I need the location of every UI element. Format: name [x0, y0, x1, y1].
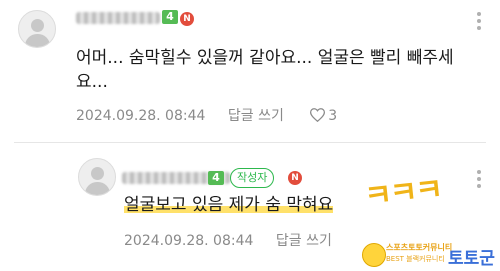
avatar-head-shape: [91, 167, 104, 180]
avatar[interactable]: [78, 158, 116, 196]
more-options-icon[interactable]: [476, 170, 482, 190]
comment-text: 어머... 숨막힐수 있을꺼 같아요... 얼굴은 빨리 빼주세요...: [76, 48, 454, 92]
comment-divider: [14, 142, 486, 143]
highlighted-text: 얼굴보고 있음 제가 숨 막혀요: [124, 195, 334, 215]
avatar-body-shape: [85, 182, 110, 195]
reply-button[interactable]: 답글 쓰기: [276, 233, 332, 249]
handwritten-laugh: ㅋㅋㅋ: [362, 172, 443, 215]
comment-item: 4 N 어머... 숨막힐수 있을꺼 같아요... 얼굴은 빨리 빼주세요...…: [0, 0, 500, 132]
comment-meta: 2024.09.28. 08:44 답글 쓰기 3: [76, 107, 337, 125]
nickname-blurred[interactable]: [76, 12, 160, 24]
comment-text: 얼굴보고 있음 제가 숨 막혀요: [124, 193, 334, 217]
avatar-body-shape: [25, 34, 50, 47]
author-badge: 작성자: [230, 168, 275, 188]
level-badge: 4: [162, 10, 178, 24]
watermark-line1: 스포츠토토커뮤니티: [386, 243, 453, 252]
site-watermark: 스포츠토토커뮤니티 BEST 블랙커뮤니티 토토군: [362, 241, 495, 269]
like-count: 3: [328, 108, 338, 124]
level-badge: 4: [208, 171, 224, 185]
watermark-brand: 토토군: [448, 249, 495, 269]
comment-meta: 2024.09.28. 08:44 답글 쓰기: [124, 232, 332, 250]
watermark-line2: BEST 블랙커뮤니티: [386, 255, 445, 263]
new-badge: N: [180, 12, 194, 26]
more-options-icon[interactable]: [476, 12, 482, 32]
watermark-logo-icon: [362, 243, 386, 267]
avatar[interactable]: [18, 10, 56, 48]
like-button[interactable]: 3: [310, 108, 337, 124]
comment-date: 2024.09.28. 08:44: [124, 233, 254, 249]
reply-button[interactable]: 답글 쓰기: [228, 108, 284, 124]
heart-icon: [310, 108, 326, 122]
avatar-head-shape: [31, 19, 44, 32]
new-badge: N: [288, 171, 302, 185]
comment-date: 2024.09.28. 08:44: [76, 108, 206, 124]
